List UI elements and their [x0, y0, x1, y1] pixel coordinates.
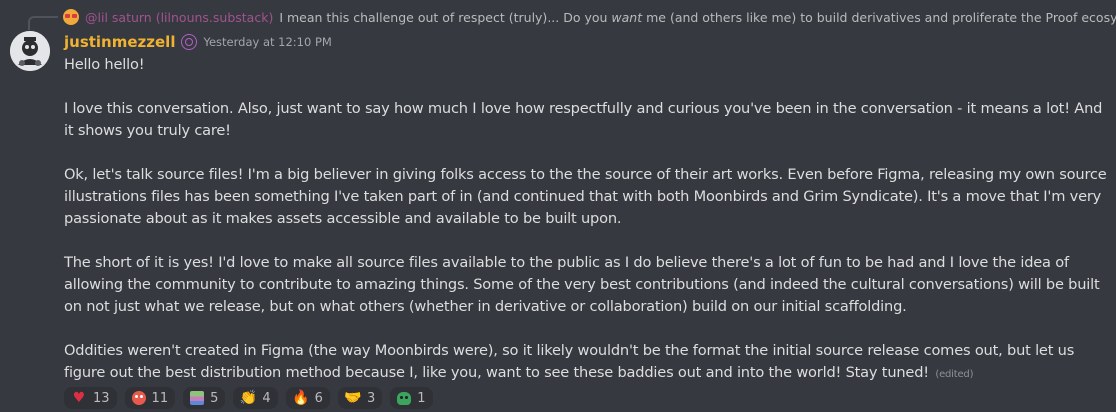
reaction-heart[interactable]: ♥ 13: [64, 387, 117, 409]
message-paragraph: Hello hello!: [64, 56, 145, 73]
reply-snippet-start: I mean this challenge out of respect (tr…: [279, 9, 612, 25]
reply-author-name[interactable]: @lil saturn (lilnouns.substack): [85, 10, 273, 25]
reaction-count: 3: [366, 390, 376, 406]
reaction-count: 4: [262, 390, 271, 406]
reaction-count: 11: [151, 390, 169, 406]
pixel-sprite-icon: [190, 391, 205, 405]
message-header: justinmezzell Yesterday at 12:10 PM: [64, 31, 332, 53]
fire-icon: 🔥: [291, 390, 310, 406]
message-paragraph: Ok, let's talk source files! I'm a big b…: [64, 166, 1107, 227]
message-content: Hello hello! I love this conversation. A…: [64, 54, 1110, 386]
green-skull-icon: [397, 391, 412, 405]
reaction-pixel-sprite[interactable]: 5: [183, 387, 226, 409]
nitro-badge-icon[interactable]: [181, 34, 198, 50]
message-timestamp[interactable]: Yesterday at 12:10 PM: [203, 35, 331, 49]
username[interactable]: justinmezzell: [64, 33, 175, 51]
reaction-count: 6: [314, 390, 323, 406]
reply-snippet-end: me (and others like me) to build derivat…: [646, 9, 1116, 25]
message-paragraph: The short of it is yes! I'd love to make…: [64, 254, 1100, 315]
reply-connector: [28, 16, 58, 30]
skull-rider-avatar-icon: [10, 31, 50, 71]
clapping-hands-icon: 👏: [239, 390, 258, 406]
reaction-clap[interactable]: 👏 4: [233, 387, 278, 409]
message-paragraph-last: Oddities weren't created in Figma (the w…: [64, 340, 1110, 386]
message-paragraph-text: Oddities weren't created in Figma (the w…: [64, 342, 1075, 381]
reaction-red-face[interactable]: 11: [124, 387, 176, 409]
reaction-count: 5: [210, 390, 219, 406]
reaction-bar: ♥ 13 11 5 👏 4 🔥 6 🤝 3 1: [64, 387, 433, 409]
reaction-handshake[interactable]: 🤝 3: [337, 387, 383, 409]
heart-icon: ♥: [72, 390, 86, 406]
reaction-count: 1: [417, 390, 426, 406]
reaction-count: 13: [93, 390, 110, 406]
reply-snippet[interactable]: I mean this challenge out of respect (tr…: [279, 10, 1116, 25]
reaction-fire[interactable]: 🔥 6: [285, 387, 330, 409]
reply-preview[interactable]: @lil saturn (lilnouns.substack) I mean t…: [63, 7, 1116, 27]
red-face-icon: [131, 391, 146, 405]
message-paragraph: I love this conversation. Also, just wan…: [64, 100, 1103, 139]
edited-label[interactable]: (edited): [935, 369, 973, 380]
avatar[interactable]: [10, 31, 50, 71]
handshake-icon: 🤝: [344, 390, 362, 406]
reply-author-avatar[interactable]: [63, 9, 79, 25]
reply-snippet-emphasis: want: [611, 9, 643, 25]
reaction-skull[interactable]: 1: [390, 387, 433, 409]
